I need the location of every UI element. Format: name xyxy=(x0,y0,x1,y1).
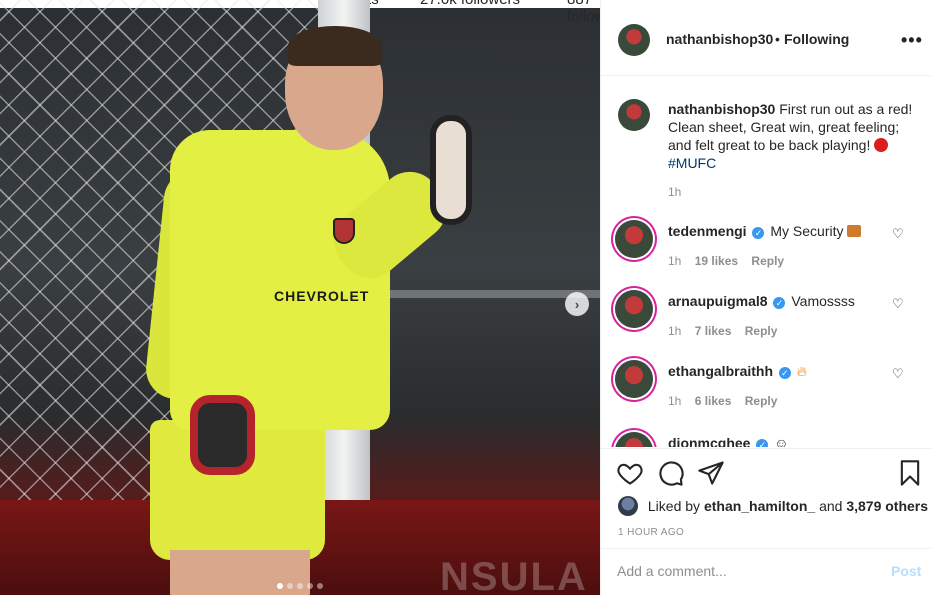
comment-avatar[interactable] xyxy=(615,220,653,258)
liked-by-prefix: Liked by xyxy=(647,498,701,514)
carousel-dot xyxy=(297,583,303,589)
comment-meta: 1h 19 likes Reply xyxy=(668,254,784,268)
add-comment-bar: Post xyxy=(601,548,931,595)
likes-summary: Liked by ethan_hamilton_ and 3,879 other… xyxy=(618,496,928,516)
comment-time: 1h xyxy=(668,324,682,338)
verified-badge-icon: ✓ xyxy=(778,367,791,379)
red-circle-icon xyxy=(874,138,889,152)
comment-meta: 1h 6 likes Reply xyxy=(668,394,777,408)
carousel-dots xyxy=(277,583,323,589)
post-timestamp[interactable]: 1 HOUR AGO xyxy=(618,527,684,538)
header-separator: • xyxy=(775,31,780,47)
comment-avatar[interactable] xyxy=(615,290,653,328)
carousel-dot xyxy=(277,583,283,589)
comment-row: ethangalbraithh ✓ 🔥︎ ♡ 1h 6 likes Reply xyxy=(601,360,931,430)
header-username[interactable]: nathanbishop30 xyxy=(666,31,773,47)
comment-text: arnaupuigmal8 ✓ Vamossss xyxy=(668,293,855,309)
club-crest xyxy=(333,218,355,244)
comment-username[interactable]: tedenmengi xyxy=(668,223,747,239)
liked-by-user[interactable]: ethan_hamilton_ xyxy=(704,498,815,514)
share-icon[interactable] xyxy=(697,459,725,487)
post-header: nathanbishop30 • Following ••• xyxy=(601,0,931,76)
bookmark-icon[interactable] xyxy=(896,459,924,487)
hashtag-link[interactable]: #MUFC xyxy=(668,155,716,171)
comment-username[interactable]: ethangalbraithh xyxy=(668,363,773,379)
fire-icon: 🔥︎ xyxy=(796,363,808,379)
comment-meta: 1h 7 likes Reply xyxy=(668,324,777,338)
sponsor-text: CHEVROLET xyxy=(274,288,370,304)
comment-time: 1h xyxy=(668,394,682,408)
like-comment-heart-icon[interactable]: ♡ xyxy=(892,366,904,382)
verified-badge-icon: ✓ xyxy=(752,227,765,239)
avatar[interactable] xyxy=(618,24,650,56)
comment-username[interactable]: arnaupuigmal8 xyxy=(668,293,768,309)
comment-text: dionmcghee ✓ ☺ xyxy=(668,435,789,447)
brick-icon xyxy=(847,225,862,237)
comment-row: tedenmengi ✓ My Security ♡ 1h 19 likes R… xyxy=(601,220,931,290)
comment-text: ethangalbraithh ✓ 🔥︎ xyxy=(668,363,807,380)
left-glove xyxy=(190,395,255,475)
comment-likes[interactable]: 6 likes xyxy=(695,394,732,408)
carousel-dot xyxy=(317,583,323,589)
hair xyxy=(288,26,382,66)
like-comment-heart-icon[interactable]: ♡ xyxy=(892,226,904,242)
comment-username[interactable]: dionmcghee xyxy=(668,435,750,447)
post-comment-button[interactable]: Post xyxy=(891,563,921,579)
caption-avatar[interactable] xyxy=(618,99,650,131)
comment-likes[interactable]: 7 likes xyxy=(695,324,732,338)
caption-time: 1h xyxy=(668,185,682,199)
comment-body: My Security xyxy=(770,223,844,239)
liked-by-others[interactable]: 3,879 others xyxy=(846,498,928,514)
post-photo[interactable]: 65 posts 27.0k followers 887 following N… xyxy=(0,0,600,595)
post-side-panel: nathanbishop30 • Following ••• nathanbis… xyxy=(600,0,931,595)
chevron-right-icon: › xyxy=(574,296,580,312)
like-comment-heart-icon[interactable]: ♡ xyxy=(892,296,904,312)
comment-icon[interactable] xyxy=(657,459,685,487)
heart-icon[interactable] xyxy=(616,459,644,487)
goalkeeper-figure: CHEVROLET xyxy=(0,0,600,595)
next-slide-button[interactable]: › xyxy=(565,292,589,316)
more-horizontal-icon[interactable]: ••• xyxy=(901,30,923,51)
reply-button[interactable]: Reply xyxy=(745,394,778,408)
comments-list[interactable]: nathanbishop30 First run out as a red! C… xyxy=(601,77,931,447)
post-actions: Liked by ethan_hamilton_ and 3,879 other… xyxy=(601,448,931,548)
verified-badge-icon: ✓ xyxy=(773,297,786,309)
face-icon: ☺ xyxy=(774,435,789,447)
comment-input[interactable] xyxy=(617,563,867,579)
right-glove xyxy=(430,115,472,225)
reply-button[interactable]: Reply xyxy=(745,324,778,338)
carousel-dot xyxy=(307,583,313,589)
comment-time: 1h xyxy=(668,254,682,268)
caption: nathanbishop30 First run out as a red! C… xyxy=(668,100,918,172)
carousel-dot xyxy=(287,583,293,589)
comment-likes[interactable]: 19 likes xyxy=(695,254,738,268)
liker-avatar[interactable] xyxy=(618,496,638,516)
jersey xyxy=(170,130,390,430)
caption-username[interactable]: nathanbishop30 xyxy=(668,101,775,117)
comment-body: Vamossss xyxy=(791,293,855,309)
comment-avatar[interactable] xyxy=(615,432,653,447)
reply-button[interactable]: Reply xyxy=(751,254,784,268)
liked-by-and: and xyxy=(819,498,843,514)
comment-row: dionmcghee ✓ ☺ xyxy=(601,432,931,447)
comment-row: arnaupuigmal8 ✓ Vamossss ♡ 1h 7 likes Re… xyxy=(601,290,931,360)
following-button[interactable]: Following xyxy=(784,31,849,47)
comment-avatar[interactable] xyxy=(615,360,653,398)
verified-badge-icon: ✓ xyxy=(756,439,769,447)
comment-text: tedenmengi ✓ My Security xyxy=(668,223,862,239)
